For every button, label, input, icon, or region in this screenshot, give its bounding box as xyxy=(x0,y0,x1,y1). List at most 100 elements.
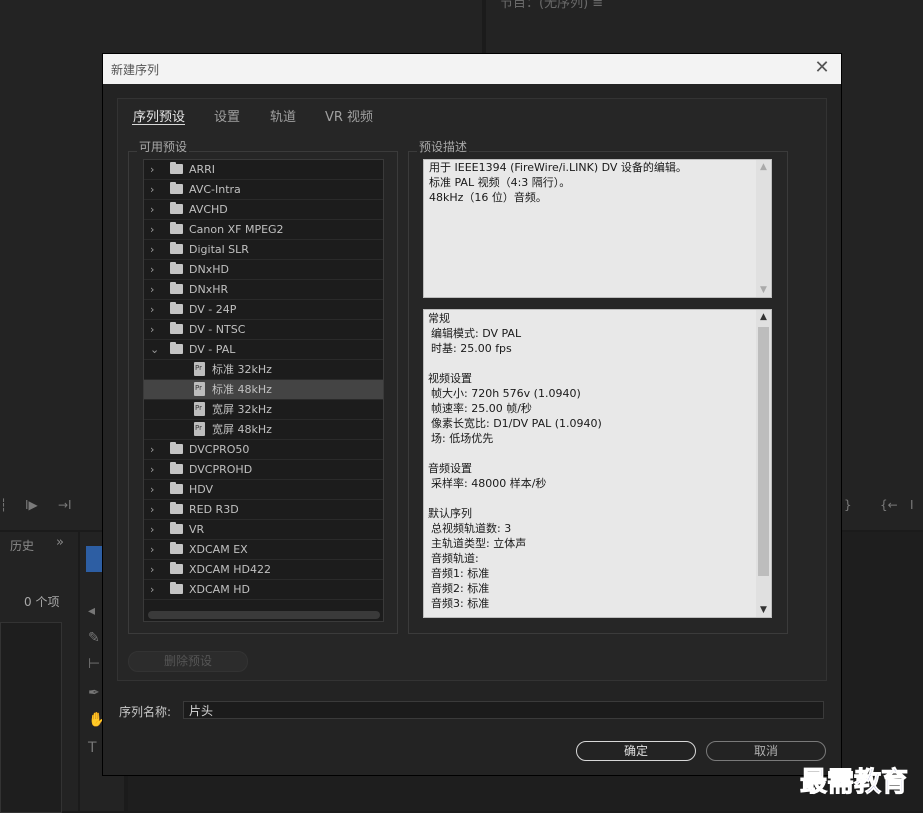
chevron-right-icon[interactable]: › xyxy=(150,280,154,299)
chevron-right-icon[interactable]: › xyxy=(150,180,154,199)
folder-icon xyxy=(170,282,183,294)
chevron-right-icon[interactable]: › xyxy=(150,220,154,239)
preset-folder-label: DNxHD xyxy=(189,263,229,276)
folder-icon xyxy=(170,302,183,314)
horizontal-scrollbar[interactable] xyxy=(148,611,380,619)
chevron-right-icon[interactable]: › xyxy=(150,580,154,599)
sequence-name-input[interactable]: 片头 xyxy=(183,701,824,719)
scrollbar-thumb[interactable] xyxy=(758,327,769,576)
preset-folder-row[interactable]: › AVCHD xyxy=(144,200,383,220)
info-line: 像素长宽比: D1/DV PAL (1.0940) xyxy=(431,417,602,430)
track-select-tool-icon[interactable]: ◂ xyxy=(88,603,95,619)
info-line: 帧速率: 25.00 帧/秒 xyxy=(431,402,532,415)
scroll-down-icon[interactable]: ▼ xyxy=(756,283,771,297)
preset-row[interactable]: 标准 48kHz xyxy=(144,380,383,400)
description-scrollbar[interactable]: ▲ ▼ xyxy=(756,160,771,297)
tab-vr-video[interactable]: VR 视频 xyxy=(325,106,373,125)
description-line: 48kHz（16 位）音频。 xyxy=(429,191,547,204)
chevron-right-icon[interactable]: › xyxy=(150,200,154,219)
preset-label: 宽屏 48kHz xyxy=(212,423,272,436)
preset-folder-row[interactable]: › DNxHD xyxy=(144,260,383,280)
chevron-right-icon[interactable]: › xyxy=(150,540,154,559)
close-icon[interactable]: ✕ xyxy=(811,57,833,79)
preset-file-icon xyxy=(194,382,205,396)
preset-folder-row[interactable]: › VR xyxy=(144,520,383,540)
chevron-right-icon[interactable]: › xyxy=(150,560,154,579)
info-section-heading: 音频设置 xyxy=(428,462,472,475)
folder-icon xyxy=(170,182,183,194)
preset-folder-label: Digital SLR xyxy=(189,243,249,256)
type-tool-icon[interactable]: T xyxy=(88,740,97,756)
chevron-right-icon[interactable]: › xyxy=(150,260,154,279)
preset-file-icon xyxy=(194,362,205,376)
step-back-icon[interactable]: I xyxy=(910,498,914,512)
preset-info-box: 常规 编辑模式: DV PAL 时基: 25.00 fps 视频设置 帧大小: 720h… xyxy=(423,309,772,618)
preset-folder-label: DV - NTSC xyxy=(189,323,246,336)
preset-folder-row[interactable]: ⌄ DV - PAL xyxy=(144,340,383,360)
chevron-right-icon[interactable]: › xyxy=(150,320,154,339)
chevron-right-icon[interactable]: › xyxy=(150,500,154,519)
panel-overflow-icon[interactable]: » xyxy=(56,535,64,550)
preset-row[interactable]: 标准 32kHz xyxy=(144,360,383,380)
preset-row[interactable]: 宽屏 48kHz xyxy=(144,420,383,440)
info-section-heading: 视频设置 xyxy=(428,372,472,385)
scroll-up-icon[interactable]: ▲ xyxy=(756,310,771,324)
preset-folder-row[interactable]: › RED R3D xyxy=(144,500,383,520)
tab-tracks[interactable]: 轨道 xyxy=(270,106,296,125)
preset-folder-row[interactable]: › XDCAM EX xyxy=(144,540,383,560)
tab-settings[interactable]: 设置 xyxy=(214,106,240,125)
preset-folder-label: AVCHD xyxy=(189,203,228,216)
step-forward-icon[interactable]: I▶ xyxy=(25,498,38,512)
chevron-right-icon[interactable]: › xyxy=(150,240,154,259)
chevron-right-icon[interactable]: › xyxy=(150,440,154,459)
chevron-right-icon[interactable]: › xyxy=(150,460,154,479)
chevron-right-icon[interactable]: › xyxy=(150,520,154,539)
cancel-button[interactable]: 取消 xyxy=(706,741,826,761)
go-to-out-icon[interactable]: →I xyxy=(58,498,72,512)
folder-icon xyxy=(170,242,183,254)
preset-file-icon xyxy=(194,402,205,416)
preset-folder-row[interactable]: › Canon XF MPEG2 xyxy=(144,220,383,240)
info-scrollbar[interactable]: ▲ ▼ xyxy=(756,310,771,617)
preset-folder-row[interactable]: › ARRI xyxy=(144,160,383,180)
folder-icon xyxy=(170,482,183,494)
tab-sequence-presets[interactable]: 序列预设 xyxy=(133,106,185,125)
preset-folder-label: HDV xyxy=(189,483,214,496)
preset-description-box: 用于 IEEE1394 (FireWire/i.LINK) DV 设备的编辑。 … xyxy=(423,159,772,298)
folder-icon xyxy=(170,582,183,594)
delete-preset-button[interactable]: 删除预设 xyxy=(128,651,248,672)
preset-folder-label: VR xyxy=(189,523,205,536)
preset-row[interactable]: 宽屏 32kHz xyxy=(144,400,383,420)
preset-folder-row[interactable]: › AVC-Intra xyxy=(144,180,383,200)
scroll-up-icon[interactable]: ▲ xyxy=(756,160,771,174)
preset-folder-row[interactable]: › DV - 24P xyxy=(144,300,383,320)
pen-tool-icon[interactable]: ✒ xyxy=(88,685,100,701)
preset-tree[interactable]: › ARRI › AVC-Intra › AVCHD › Canon XF MPEG2 › Dig… xyxy=(143,159,384,622)
info-line: 主轨道类型: 立体声 xyxy=(431,537,527,550)
new-sequence-dialog: 新建序列 ✕ 序列预设 设置 轨道 VR 视频 可用预设 预设描述 › ARRI ›… xyxy=(102,53,842,776)
preset-folder-row[interactable]: › XDCAM HD xyxy=(144,580,383,600)
chevron-down-icon[interactable]: ⌄ xyxy=(150,340,159,359)
ok-button[interactable]: 确定 xyxy=(576,741,696,761)
history-tab[interactable]: 历史 xyxy=(10,537,34,554)
go-to-in-icon[interactable]: {← xyxy=(880,498,898,512)
chevron-right-icon[interactable]: › xyxy=(150,480,154,499)
preset-folder-row[interactable]: › Digital SLR xyxy=(144,240,383,260)
preset-folder-row[interactable]: › HDV xyxy=(144,480,383,500)
preset-folder-row[interactable]: › DV - NTSC xyxy=(144,320,383,340)
preset-folder-label: Canon XF MPEG2 xyxy=(189,223,284,236)
preset-folder-row[interactable]: › DVCPROHD xyxy=(144,460,383,480)
ripple-edit-tool-icon[interactable]: ✎ xyxy=(88,630,100,646)
preset-folder-row[interactable]: › XDCAM HD422 xyxy=(144,560,383,580)
folder-icon xyxy=(170,542,183,554)
scroll-down-icon[interactable]: ▼ xyxy=(756,603,771,617)
folder-icon xyxy=(170,562,183,574)
razor-tool-icon[interactable]: ⊢ xyxy=(88,656,100,672)
chevron-right-icon[interactable]: › xyxy=(150,160,154,179)
preset-folder-row[interactable]: › DVCPRO50 xyxy=(144,440,383,460)
chevron-right-icon[interactable]: › xyxy=(150,300,154,319)
info-line: 音频2: 标准 xyxy=(431,582,490,595)
info-line: 总视频轨道数: 3 xyxy=(431,522,512,535)
preset-folder-row[interactable]: › DNxHR xyxy=(144,280,383,300)
panel-control-icon: } xyxy=(844,498,852,512)
